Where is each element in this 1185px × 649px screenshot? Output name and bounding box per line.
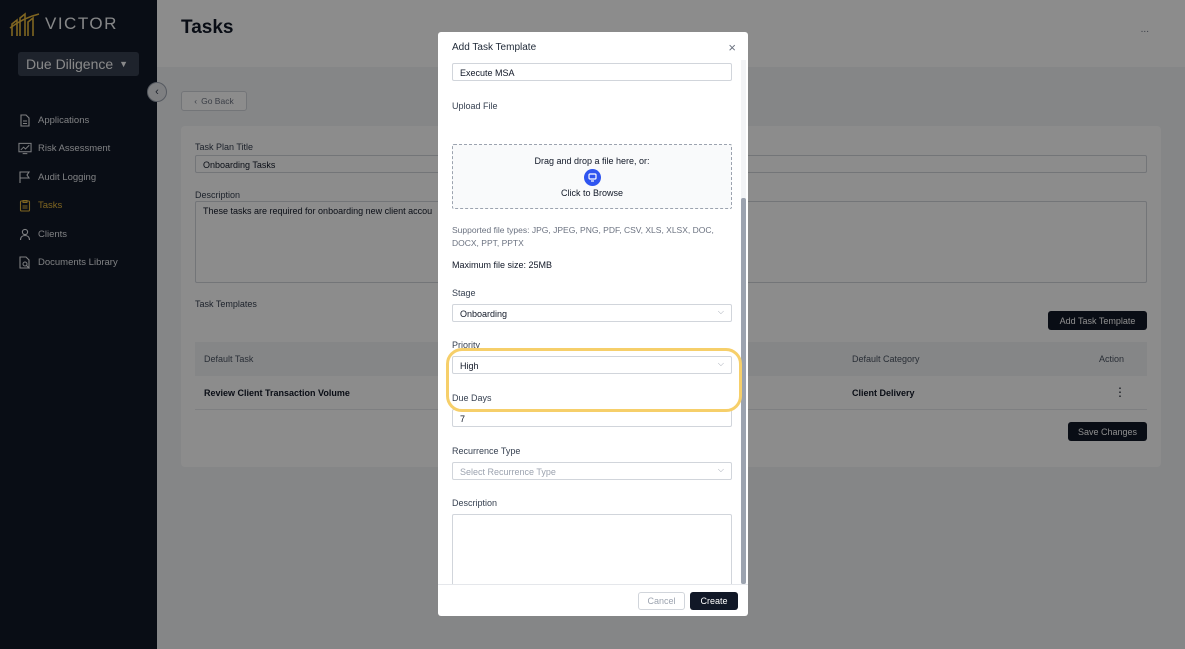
priority-value: High — [460, 361, 479, 371]
upload-file-label: Upload File — [452, 101, 498, 111]
supported-types-text: Supported file types: JPG, JPEG, PNG, PD… — [452, 225, 714, 248]
stage-select[interactable]: Onboarding ⌵ — [452, 304, 732, 322]
recurrence-type-label: Recurrence Type — [452, 446, 521, 456]
upload-icon[interactable] — [584, 169, 601, 186]
stage-value: Onboarding — [460, 309, 508, 319]
due-days-input[interactable]: 7 — [452, 409, 732, 427]
due-days-label: Due Days — [452, 393, 492, 403]
add-task-template-modal: Add Task Template × Execute MSA Upload F… — [438, 32, 748, 616]
priority-select[interactable]: High ⌵ — [452, 356, 732, 374]
modal-title: Add Task Template — [452, 42, 537, 53]
stage-label: Stage — [452, 288, 476, 298]
modal-description-textarea[interactable] — [452, 514, 732, 584]
recurrence-placeholder: Select Recurrence Type — [460, 467, 556, 477]
recurrence-type-select[interactable]: Select Recurrence Type ⌵ — [452, 462, 732, 480]
chevron-down-icon: ⌵ — [717, 307, 724, 316]
close-icon[interactable]: × — [728, 40, 736, 55]
modal-scrollbar-thumb[interactable] — [741, 198, 746, 584]
max-size-text: Maximum file size: 25MB — [452, 260, 553, 270]
dropzone-text: Drag and drop a file here, or: — [534, 156, 650, 166]
priority-label: Priority — [452, 340, 481, 350]
chevron-down-icon: ⌵ — [717, 465, 724, 474]
modal-footer: Cancel Create — [438, 584, 748, 616]
modal-body: Execute MSA Upload File Drag and drop a … — [438, 60, 748, 584]
modal-description-label: Description — [452, 498, 498, 508]
chevron-down-icon: ⌵ — [717, 359, 724, 368]
browse-link[interactable]: Click to Browse — [453, 188, 731, 198]
task-name-input[interactable]: Execute MSA — [452, 63, 732, 81]
cancel-button[interactable]: Cancel — [638, 592, 685, 610]
file-dropzone[interactable]: Drag and drop a file here, or: Click to … — [452, 144, 732, 209]
create-button[interactable]: Create — [690, 592, 738, 610]
